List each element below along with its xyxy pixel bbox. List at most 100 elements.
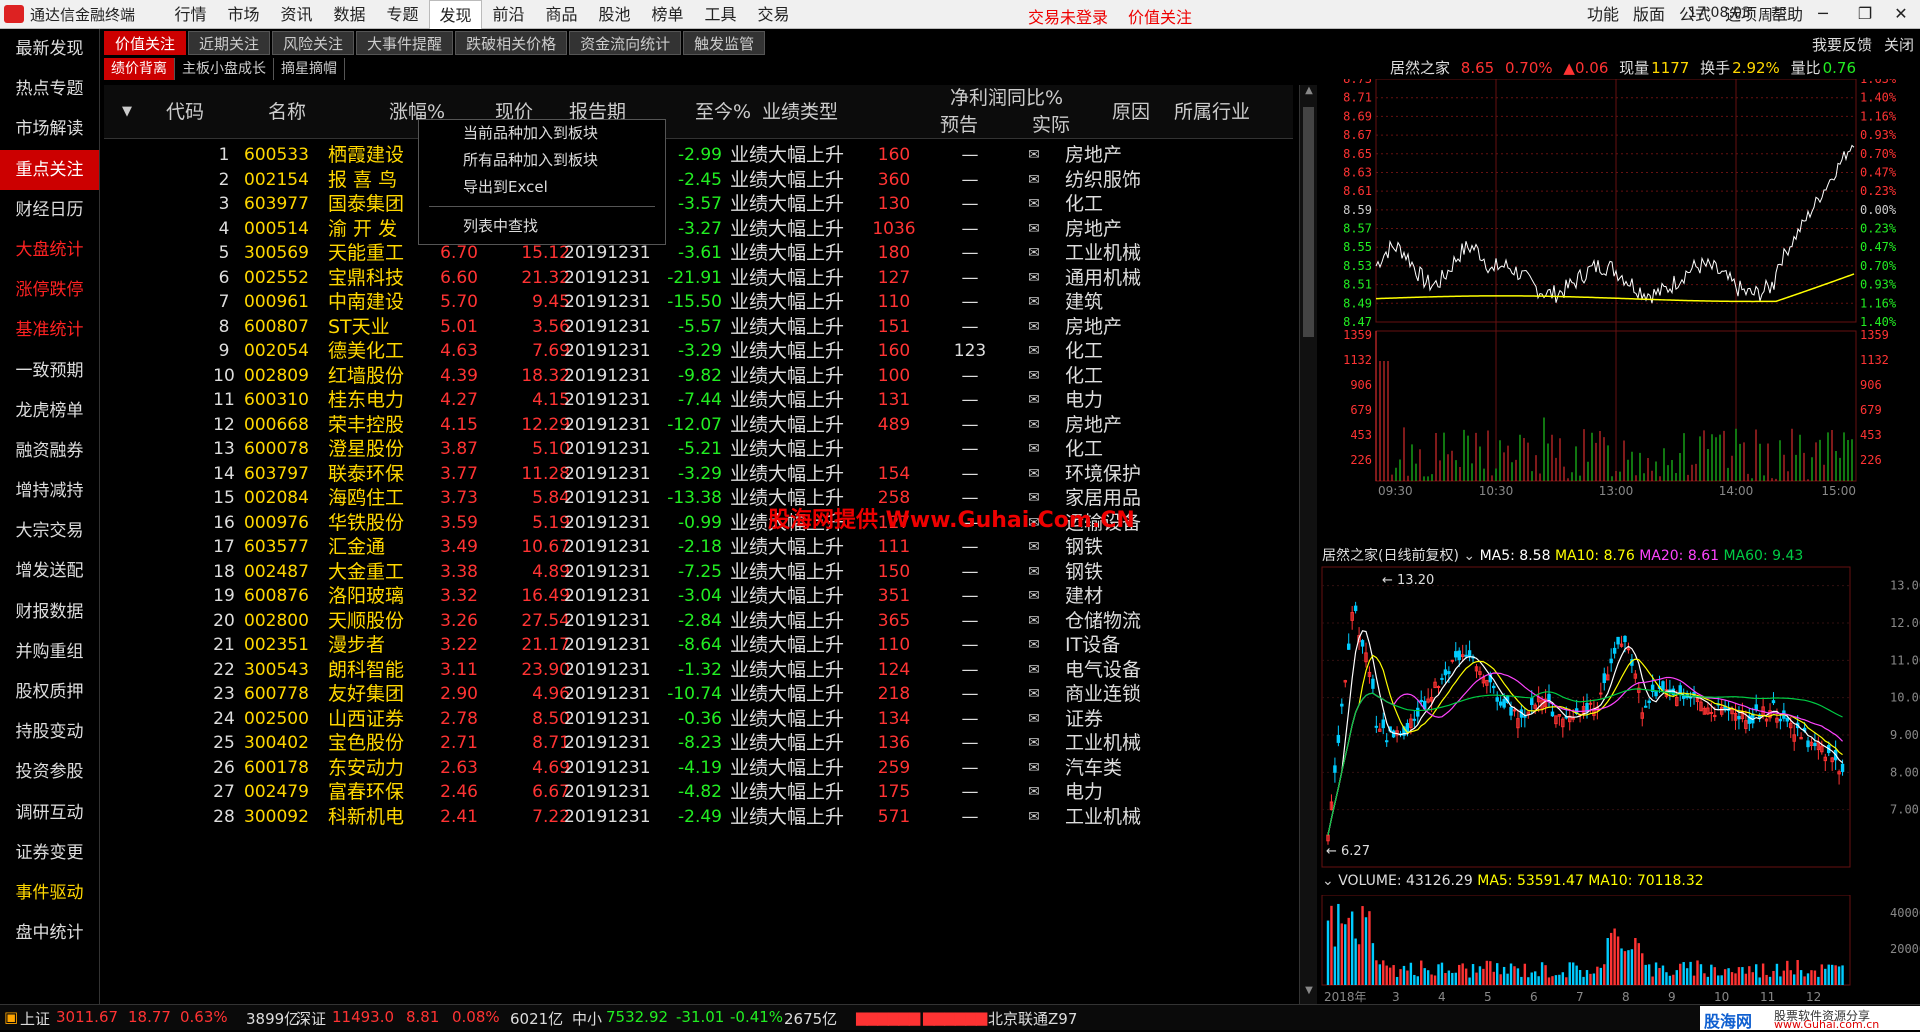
sidebar-item-3[interactable]: 重点关注 bbox=[0, 149, 99, 190]
volume-chart[interactable]: 40000 20000 2018年 3 4 5 6 7 8 9 10 11 12 bbox=[1318, 895, 1920, 1004]
table-row[interactable]: 28 300092 科新机电 2.41 7.22 20191231 -2.49 业绩大幅上升 5… bbox=[104, 802, 1293, 832]
sidebar-item-1[interactable]: 热点专题 bbox=[0, 69, 99, 109]
minimize-icon[interactable]: ─ bbox=[1808, 2, 1838, 26]
sidebar-item-8[interactable]: 一致预期 bbox=[0, 351, 99, 391]
menu-6[interactable]: 前沿 bbox=[482, 0, 535, 29]
restore-icon[interactable]: ❐ bbox=[1850, 2, 1880, 26]
trade-login-status[interactable]: 交易未登录 bbox=[1028, 4, 1108, 28]
volume-bar bbox=[1447, 970, 1451, 985]
sidebar-item-14[interactable]: 财报数据 bbox=[0, 592, 99, 632]
scroll-thumb[interactable] bbox=[1303, 107, 1314, 337]
subtab-1[interactable]: 主板小盘成长 bbox=[175, 58, 274, 80]
scroll-up-icon[interactable]: ▲ bbox=[1300, 85, 1318, 101]
col-sofar[interactable]: 至今% bbox=[695, 85, 751, 139]
value-focus-link[interactable]: 价值关注 bbox=[1128, 4, 1192, 28]
pct-tick-label: 0.00% bbox=[1860, 203, 1897, 217]
sidebar-item-19[interactable]: 调研互动 bbox=[0, 793, 99, 833]
menu-add-current-to-block[interactable]: 当前品种加入到板块 bbox=[419, 120, 665, 147]
sidebar-item-12[interactable]: 大宗交易 bbox=[0, 511, 99, 551]
kline-dropdown-icon[interactable]: ⌄ bbox=[1463, 548, 1475, 564]
sidebar-item-15[interactable]: 并购重组 bbox=[0, 632, 99, 672]
volume-bar bbox=[1509, 963, 1513, 985]
sidebar-item-21[interactable]: 事件驱动 bbox=[0, 873, 99, 913]
volume-bar bbox=[1368, 911, 1371, 985]
tab-3[interactable]: 大事件提醒 bbox=[356, 31, 454, 55]
month-tick-label: 8 bbox=[1622, 990, 1630, 1004]
kline-chart[interactable]: 13.00 12.00 11.00 10.00 9.00 8.00 7.00 ← 13.20 ←… bbox=[1318, 565, 1920, 871]
volume-ma10: MA10: 70118.32 bbox=[1588, 873, 1704, 889]
subtab-0[interactable]: 绩价背离 bbox=[104, 58, 175, 80]
sidebar-item-16[interactable]: 股权质押 bbox=[0, 672, 99, 712]
tab-1[interactable]: 近期关注 bbox=[188, 31, 271, 55]
sidebar-item-4[interactable]: 财经日历 bbox=[0, 190, 99, 230]
menu-8[interactable]: 股池 bbox=[588, 0, 641, 29]
volume-bar bbox=[1537, 976, 1540, 985]
volume-bar bbox=[1613, 928, 1616, 985]
menu-10[interactable]: 工具 bbox=[694, 0, 747, 29]
volume-value: 1177 bbox=[1651, 59, 1690, 77]
price-tick-label: 8.67 bbox=[1343, 128, 1372, 142]
col-forecast[interactable]: 预告 bbox=[940, 112, 978, 139]
server-status[interactable]: 北京联通Z97 bbox=[988, 1008, 1077, 1029]
menu-1[interactable]: 市场 bbox=[217, 0, 270, 29]
sidebar-item-6[interactable]: 涨停跌停 bbox=[0, 270, 99, 310]
vol-tick-right: 453 bbox=[1860, 428, 1882, 442]
volume-bar bbox=[1388, 967, 1392, 985]
market-icon[interactable]: ▣ bbox=[4, 1008, 18, 1026]
menu-0[interactable]: 行情 bbox=[164, 0, 217, 29]
menu-9[interactable]: 榜单 bbox=[641, 0, 694, 29]
pct-tick-label: 0.70% bbox=[1860, 259, 1897, 273]
col-name[interactable]: 名称 bbox=[268, 85, 306, 139]
reason-mail-icon[interactable]: ✉ bbox=[1010, 802, 1058, 832]
col-industry[interactable]: 所属行业 bbox=[1174, 85, 1250, 139]
right-menu-1[interactable]: 版面 bbox=[1626, 0, 1672, 29]
volume-bar bbox=[1799, 970, 1803, 985]
sidebar-item-7[interactable]: 基准统计 bbox=[0, 310, 99, 350]
menu-find-in-list[interactable]: 列表中查找 bbox=[419, 213, 665, 240]
menu-export-excel[interactable]: 导出到Excel bbox=[419, 174, 665, 201]
menu-11[interactable]: 交易 bbox=[747, 0, 800, 29]
time-tick-label: 14:00 bbox=[1719, 484, 1754, 498]
sort-dropdown-icon[interactable]: ▼ bbox=[122, 85, 132, 139]
col-actual[interactable]: 实际 bbox=[1032, 112, 1070, 139]
sidebar-item-10[interactable]: 融资融券 bbox=[0, 431, 99, 471]
close-window-icon[interactable]: ✕ bbox=[1886, 2, 1916, 26]
sidebar-item-22[interactable]: 盘中统计 bbox=[0, 913, 99, 953]
menu-5[interactable]: 发现 bbox=[429, 0, 482, 29]
tab-4[interactable]: 跌破相关价格 bbox=[455, 31, 568, 55]
table-scrollbar[interactable]: ▲ ▼ bbox=[1299, 85, 1317, 1005]
sidebar-item-11[interactable]: 增持减持 bbox=[0, 471, 99, 511]
sidebar-item-2[interactable]: 市场解读 bbox=[0, 109, 99, 149]
col-perf-type[interactable]: 业绩类型 bbox=[762, 85, 838, 139]
subtab-2[interactable]: 摘星摘帽 bbox=[274, 58, 345, 80]
tab-2[interactable]: 风险关注 bbox=[272, 31, 355, 55]
candle-body bbox=[1806, 740, 1810, 748]
col-code[interactable]: 代码 bbox=[166, 85, 204, 139]
pct-tick-label: 0.93% bbox=[1860, 278, 1897, 292]
sh-amount: 3899亿 bbox=[246, 1010, 300, 1028]
menu-3[interactable]: 数据 bbox=[323, 0, 376, 29]
feedback-link[interactable]: 我要反馈 bbox=[1812, 34, 1872, 55]
menu-7[interactable]: 商品 bbox=[535, 0, 588, 29]
volume-dropdown-icon[interactable]: ⌄ bbox=[1322, 873, 1334, 889]
col-reason[interactable]: 原因 bbox=[1112, 85, 1150, 139]
menu-2[interactable]: 资讯 bbox=[270, 0, 323, 29]
volume-bar bbox=[1347, 917, 1350, 985]
right-menu-0[interactable]: 功能 bbox=[1580, 0, 1626, 29]
sidebar-item-13[interactable]: 增发送配 bbox=[0, 551, 99, 591]
close-panel-link[interactable]: 关闭 bbox=[1884, 34, 1914, 55]
menu-add-all-to-block[interactable]: 所有品种加入到板块 bbox=[419, 147, 665, 174]
scroll-down-icon[interactable]: ▼ bbox=[1300, 985, 1318, 1001]
tab-0[interactable]: 价值关注 bbox=[104, 31, 187, 55]
month-tick-label: 3 bbox=[1392, 990, 1400, 1004]
sidebar-item-9[interactable]: 龙虎榜单 bbox=[0, 391, 99, 431]
tab-5[interactable]: 资金流向统计 bbox=[569, 31, 682, 55]
intraday-chart[interactable]: 8.73 1.63% 8.71 1.40% 8.69 1.16% 8.67 0.93% 8.65… bbox=[1318, 79, 1920, 547]
sidebar-item-17[interactable]: 持股变动 bbox=[0, 712, 99, 752]
menu-4[interactable]: 专题 bbox=[376, 0, 429, 29]
sidebar-item-18[interactable]: 投资参股 bbox=[0, 752, 99, 792]
sidebar-item-5[interactable]: 大盘统计 bbox=[0, 230, 99, 270]
sidebar-item-0[interactable]: 最新发现 bbox=[0, 29, 99, 69]
tab-6[interactable]: 触发监管 bbox=[683, 31, 766, 55]
sidebar-item-20[interactable]: 证券变更 bbox=[0, 833, 99, 873]
